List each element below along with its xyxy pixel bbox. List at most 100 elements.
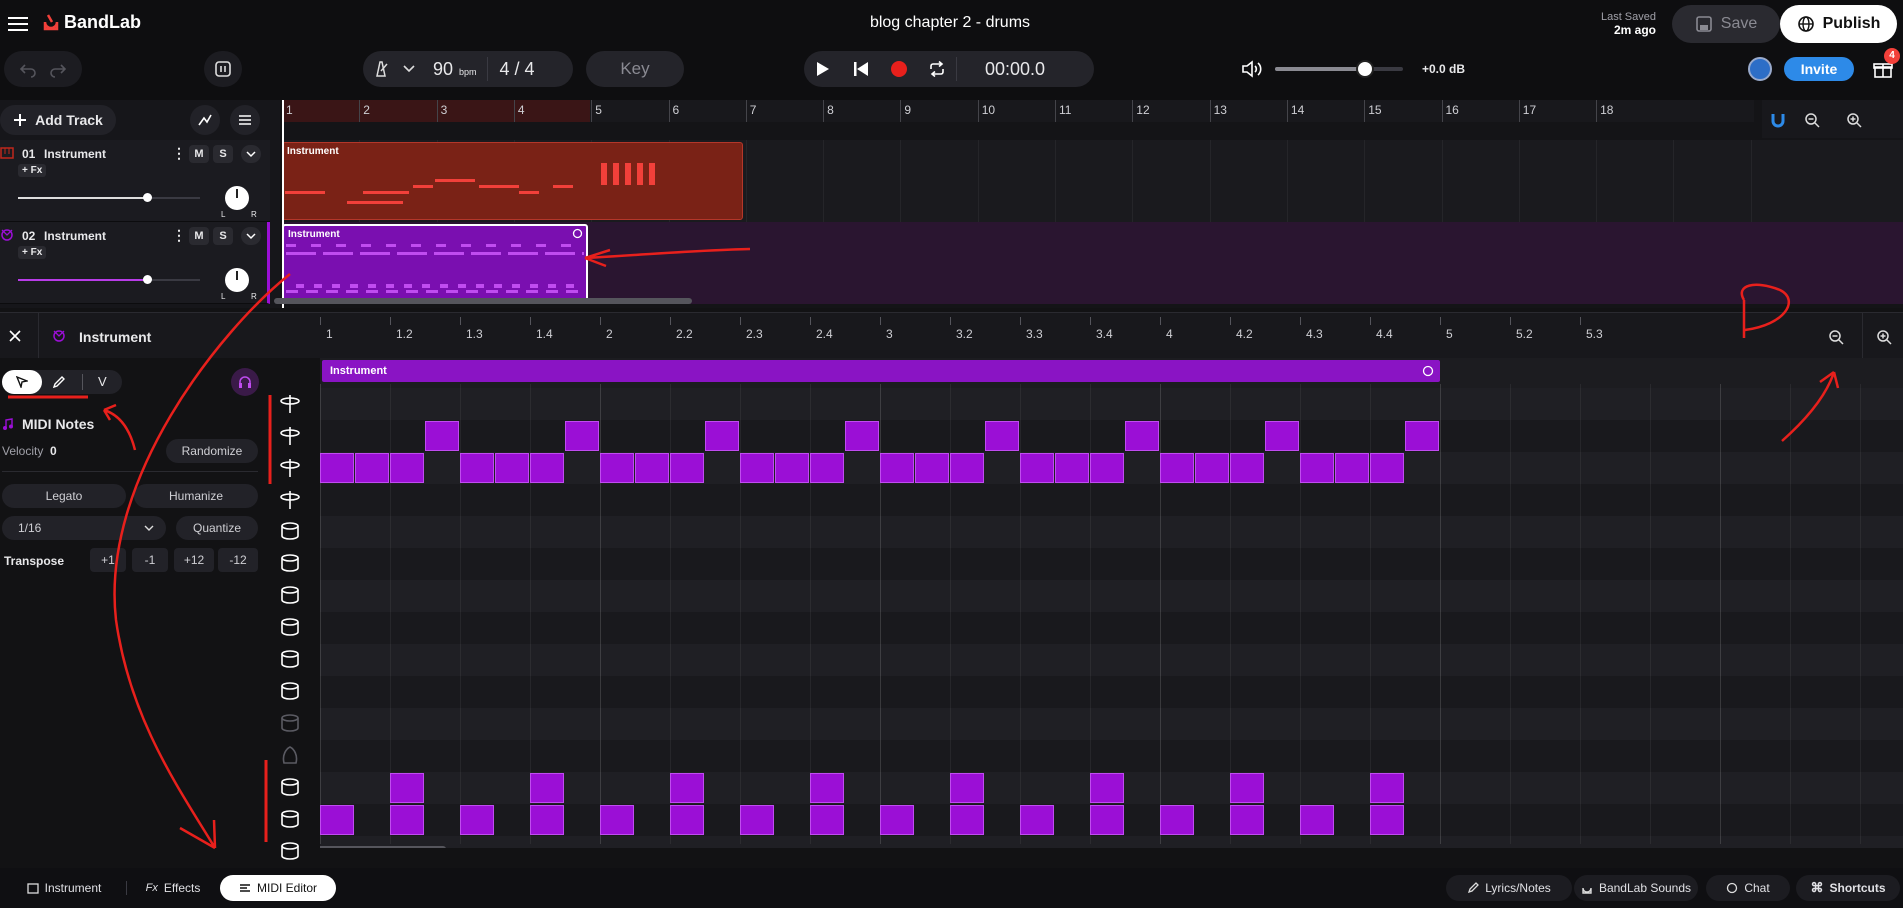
- midi-note[interactable]: [1265, 421, 1299, 451]
- tab-effects[interactable]: Fx Effects: [130, 875, 216, 901]
- midi-note[interactable]: [1125, 421, 1159, 451]
- add-track-button[interactable]: Add Track: [0, 105, 116, 135]
- midi-note[interactable]: [1160, 805, 1194, 835]
- midi-note[interactable]: [705, 421, 739, 451]
- midi-note[interactable]: [600, 453, 634, 483]
- undo-icon[interactable]: [19, 60, 37, 78]
- project-title[interactable]: blog chapter 2 - drums: [700, 14, 1200, 32]
- midi-note[interactable]: [320, 805, 354, 835]
- track-row-1[interactable]: 01 Instrument ⋮ M S + Fx L R: [0, 140, 270, 222]
- tab-lyrics-notes[interactable]: Lyrics/Notes: [1446, 875, 1572, 901]
- more-icon[interactable]: ⋮: [172, 145, 186, 162]
- midi-note[interactable]: [460, 453, 494, 483]
- midi-note[interactable]: [1090, 773, 1124, 803]
- chevron-down-icon[interactable]: [241, 227, 261, 245]
- midi-note[interactable]: [530, 805, 564, 835]
- note-lane[interactable]: [320, 580, 1903, 612]
- snare-rim-icon[interactable]: [278, 807, 304, 833]
- mute-button[interactable]: M: [189, 227, 209, 245]
- randomize-button[interactable]: Randomize: [166, 439, 258, 463]
- note-lane[interactable]: [320, 548, 1903, 580]
- midi-note[interactable]: [1370, 773, 1404, 803]
- tempo-value[interactable]: 90: [433, 59, 453, 80]
- note-lane[interactable]: [320, 740, 1903, 772]
- midi-note[interactable]: [950, 805, 984, 835]
- tab-bandlab-sounds[interactable]: BandLab Sounds: [1574, 875, 1698, 901]
- midi-note[interactable]: [740, 453, 774, 483]
- tab-chat[interactable]: Chat: [1706, 875, 1790, 901]
- redo-icon[interactable]: [49, 60, 67, 78]
- tom-high-icon[interactable]: [278, 519, 304, 545]
- magnet-icon[interactable]: [1768, 110, 1788, 130]
- loop-region-icon[interactable]: [572, 228, 583, 239]
- preview-audio-button[interactable]: [231, 368, 259, 396]
- fx-button[interactable]: + Fx: [18, 246, 47, 259]
- play-icon[interactable]: [804, 61, 842, 77]
- midi-note[interactable]: [600, 805, 634, 835]
- editor-ruler[interactable]: 1 1.2 1.3 1.4 2 2.2 2.3 2.4 3 3.2 3.3 3.4 4 4.2 4.3 4.4…: [320, 313, 1780, 359]
- editor-region-bar[interactable]: Instrument: [322, 360, 1440, 382]
- floor-tom-icon[interactable]: [278, 615, 304, 641]
- midi-note[interactable]: [880, 805, 914, 835]
- midi-note[interactable]: [775, 453, 809, 483]
- transpose-minus-1-button[interactable]: -1: [132, 548, 168, 572]
- loop-region-icon[interactable]: [1422, 365, 1434, 377]
- clap-icon[interactable]: [278, 743, 304, 769]
- midi-note[interactable]: [1195, 453, 1229, 483]
- metronome-icon[interactable]: [363, 60, 399, 78]
- playhead[interactable]: [282, 100, 284, 308]
- midi-note[interactable]: [950, 453, 984, 483]
- pan-knob[interactable]: [225, 186, 249, 210]
- midi-note[interactable]: [1370, 453, 1404, 483]
- midi-note[interactable]: [1230, 805, 1264, 835]
- midi-note[interactable]: [390, 805, 424, 835]
- midi-note[interactable]: [1300, 805, 1334, 835]
- velocity-value[interactable]: 0: [50, 444, 57, 458]
- midi-note[interactable]: [880, 453, 914, 483]
- midi-note[interactable]: [1090, 805, 1124, 835]
- midi-note[interactable]: [810, 773, 844, 803]
- track-volume-knob[interactable]: [143, 193, 152, 202]
- humanize-button[interactable]: Humanize: [134, 484, 258, 508]
- midi-note[interactable]: [670, 805, 704, 835]
- midi-note[interactable]: [670, 453, 704, 483]
- loop-icon[interactable]: [918, 61, 956, 77]
- midi-note[interactable]: [1300, 453, 1334, 483]
- pencil-icon[interactable]: [52, 375, 66, 389]
- volume-icon[interactable]: [1240, 58, 1264, 80]
- volume-knob[interactable]: [1355, 60, 1374, 78]
- floor-tom-low-icon[interactable]: [278, 647, 304, 673]
- publish-button[interactable]: Publish: [1780, 5, 1897, 43]
- tom-mid-icon[interactable]: [278, 551, 304, 577]
- key-button[interactable]: Key: [586, 51, 684, 87]
- solo-button[interactable]: S: [213, 227, 233, 245]
- midi-note[interactable]: [1405, 421, 1439, 451]
- velocity-tool-button[interactable]: V: [98, 374, 107, 389]
- region-track-2[interactable]: Instrument: [282, 224, 588, 302]
- arrangement-area[interactable]: 1 2 3 4 5 6 7 8 9 10 11 12 13 14 15 16 17 18 Instrument I…: [274, 100, 1903, 308]
- time-signature[interactable]: 4 / 4: [500, 59, 535, 80]
- midi-note[interactable]: [670, 773, 704, 803]
- crash-cymbal-icon[interactable]: [278, 391, 304, 417]
- arrangement-ruler[interactable]: 1 2 3 4 5 6 7 8 9 10 11 12 13 14 15 16 17 18: [282, 100, 1754, 122]
- midi-note[interactable]: [1335, 453, 1369, 483]
- note-lane[interactable]: [320, 484, 1903, 516]
- midi-note[interactable]: [530, 453, 564, 483]
- record-icon[interactable]: [880, 60, 918, 78]
- track-row-2[interactable]: 02 Instrument ⋮ M S + Fx L R: [0, 222, 270, 304]
- midi-note[interactable]: [355, 453, 389, 483]
- track-volume-knob[interactable]: [143, 275, 152, 284]
- split-view-button[interactable]: [204, 51, 242, 87]
- tom-low-icon[interactable]: [278, 583, 304, 609]
- mute-button[interactable]: M: [189, 145, 209, 163]
- midi-note[interactable]: [1230, 773, 1264, 803]
- midi-note[interactable]: [1090, 453, 1124, 483]
- hihat-open-icon[interactable]: [278, 455, 304, 481]
- note-lane[interactable]: [320, 676, 1903, 708]
- midi-note[interactable]: [565, 421, 599, 451]
- grid-select[interactable]: 1/16: [2, 516, 166, 540]
- midi-note[interactable]: [460, 805, 494, 835]
- midi-note[interactable]: [740, 805, 774, 835]
- midi-note[interactable]: [810, 453, 844, 483]
- tab-shortcuts[interactable]: ⌘ Shortcuts: [1796, 875, 1900, 901]
